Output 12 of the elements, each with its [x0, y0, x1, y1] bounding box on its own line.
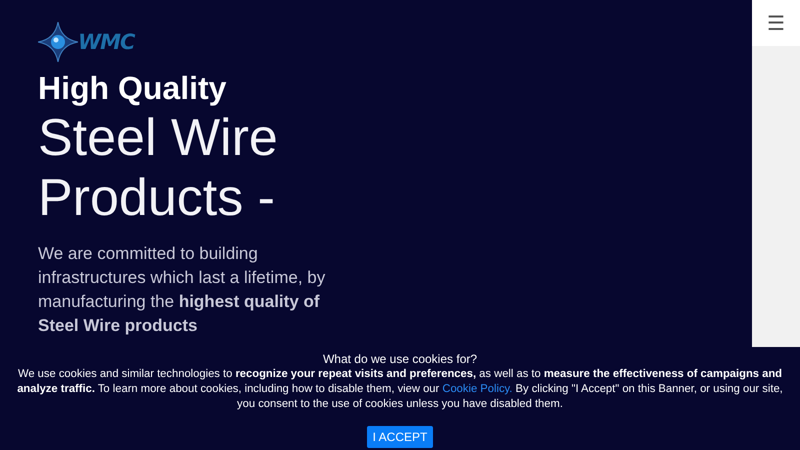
star-logo-icon: [38, 22, 78, 62]
accept-button[interactable]: I ACCEPT: [366, 426, 434, 448]
hero-paragraph: We are committed to building infrastructures which last a lifetime, by manufacturing the highest quality of Steel Wire products: [38, 243, 326, 337]
cookie-text: We use cookies and similar technologies to recognize your repeat visits and preferences, as well as to measure the effectiveness of campaigns and analyze traffic. To learn more about cookies, including how to disable them, view our Cookie Policy. By clicking "I Accept" on this Banner, or using our site, you consent to the use of cookies unless you have disabled them.: [16, 367, 784, 412]
hero-title: Products -: [38, 168, 276, 228]
logo[interactable]: WMC: [38, 22, 752, 62]
cookie-heading: What do we use cookies for?: [322, 352, 478, 367]
cookie-policy-link[interactable]: Cookie Policy.: [442, 383, 512, 395]
menu-button[interactable]: ☰: [752, 0, 800, 46]
logo-text: WMC: [78, 30, 134, 54]
hero-title: Steel Wire: [38, 108, 279, 168]
hero-kicker: High Quality: [38, 69, 228, 108]
